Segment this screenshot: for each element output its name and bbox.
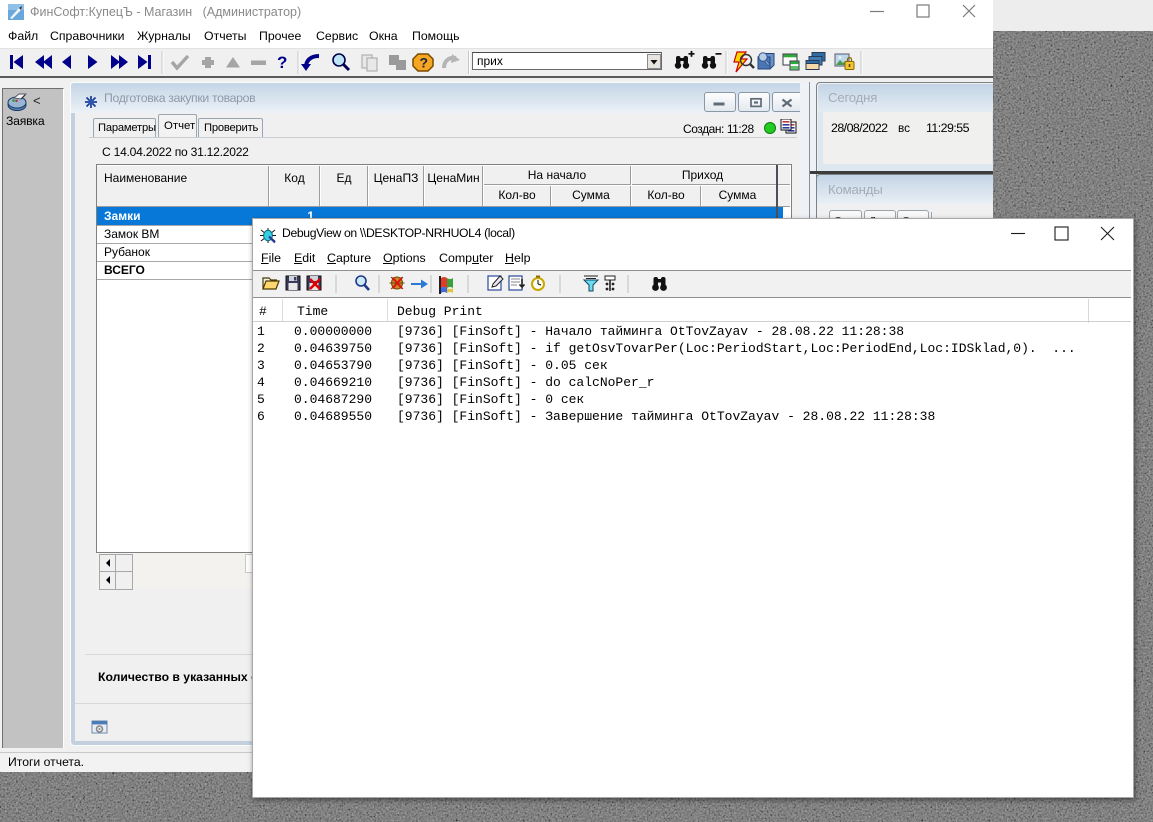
svg-text:?: ?: [420, 55, 429, 71]
svg-text:?: ?: [277, 53, 287, 72]
